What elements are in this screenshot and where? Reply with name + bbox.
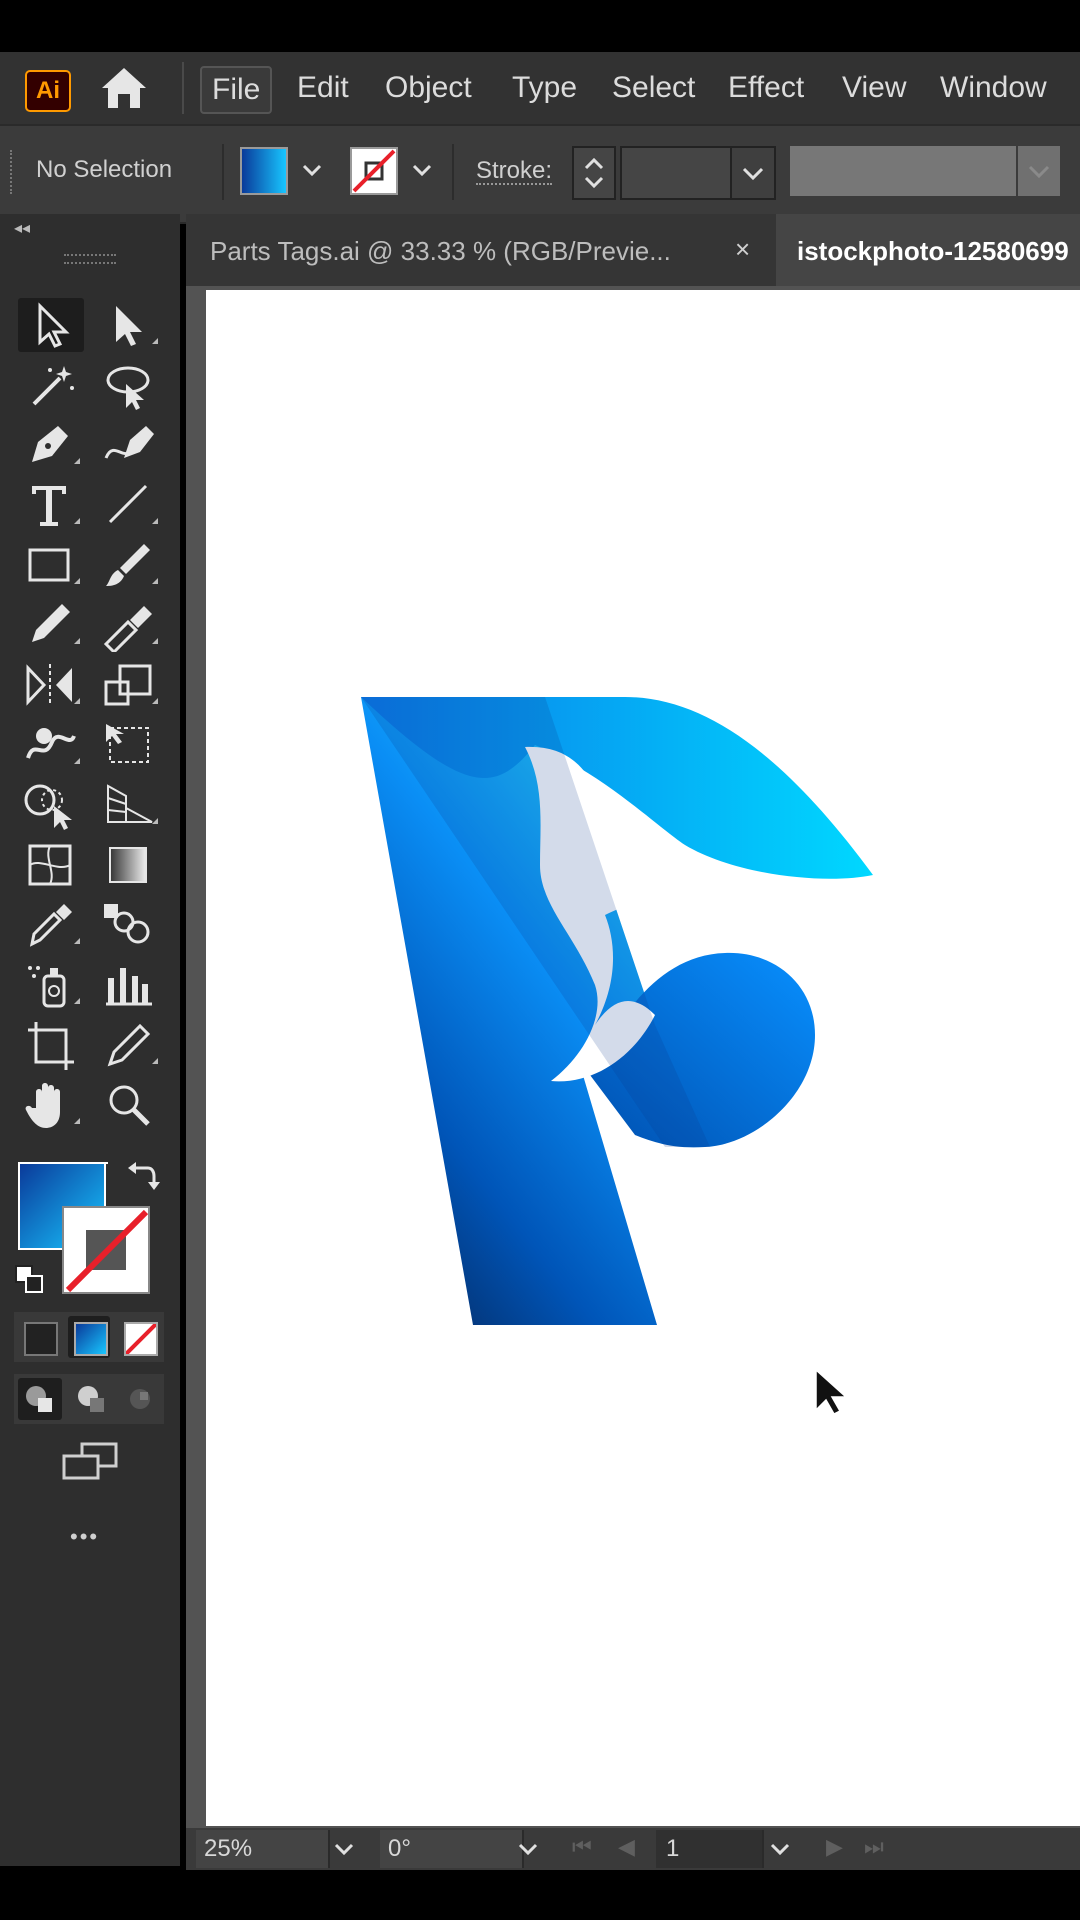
panel-grip[interactable] (64, 254, 116, 264)
stroke-label[interactable]: Stroke: (476, 159, 553, 185)
color-mode-button[interactable] (24, 1322, 58, 1356)
control-separator (222, 144, 224, 200)
zoom-level-field[interactable]: 25% (196, 1830, 330, 1868)
tab-label: Parts Tags.ai @ 33.33 % (RGB/Previe... (210, 236, 671, 266)
close-icon[interactable]: × (735, 234, 750, 265)
lasso-tool-icon[interactable] (96, 358, 162, 412)
draw-inside-icon[interactable] (118, 1378, 162, 1420)
previous-artboard-icon[interactable]: ◀ (618, 1834, 635, 1860)
fill-color-swatch[interactable] (240, 147, 288, 195)
symbol-sprayer-tool-icon[interactable] (18, 958, 84, 1012)
rotation-field[interactable]: 0° (380, 1830, 524, 1868)
reflect-tool-icon[interactable] (18, 658, 84, 712)
paintbrush-tool-icon[interactable] (96, 538, 162, 592)
first-artboard-icon[interactable]: ⏮ (572, 1834, 592, 1860)
menu-type[interactable]: Type (502, 66, 587, 110)
home-icon[interactable] (96, 62, 152, 114)
artboard-number-field[interactable]: 1 (656, 1830, 764, 1868)
pen-tool-icon[interactable] (18, 418, 84, 472)
menu-window[interactable]: Window (930, 66, 1057, 110)
magic-wand-tool-icon[interactable] (18, 358, 84, 412)
line-tool-icon[interactable] (96, 478, 162, 532)
change-screen-mode-icon[interactable] (60, 1440, 120, 1486)
direct-selection-tool-icon[interactable] (96, 298, 162, 352)
menu-view[interactable]: View (832, 66, 916, 110)
rectangle-tool-icon[interactable] (18, 538, 84, 592)
scale-tool-icon[interactable] (96, 658, 162, 712)
control-separator (452, 144, 454, 200)
collapse-panel-icon[interactable]: ◂◂ (14, 218, 30, 238)
variable-width-profile-select[interactable] (790, 146, 1016, 196)
stroke-color-swatch[interactable] (350, 147, 398, 195)
mesh-tool-icon[interactable] (18, 838, 84, 892)
draw-normal-icon[interactable] (18, 1378, 62, 1420)
p-logo-artwork[interactable] (355, 695, 875, 1325)
zoom-tool-icon[interactable] (96, 1078, 162, 1132)
eyedropper-tool-icon[interactable] (18, 898, 84, 952)
stroke-color-box[interactable] (62, 1206, 150, 1294)
slice-tool-icon[interactable] (96, 1018, 162, 1072)
profile-chevron-down-icon[interactable] (1018, 146, 1060, 196)
perspective-grid-tool-icon[interactable] (96, 778, 162, 832)
gradient-mode-button[interactable] (74, 1322, 108, 1356)
draw-behind-icon[interactable] (70, 1378, 114, 1420)
bottom-bezel (0, 1870, 1080, 1920)
shape-builder-tool-icon[interactable] (18, 778, 84, 832)
type-tool-icon[interactable] (18, 478, 84, 532)
curvature-tool-icon[interactable] (96, 418, 162, 472)
edit-toolbar-more-icon[interactable]: ••• (70, 1524, 99, 1550)
menu-edit[interactable]: Edit (287, 66, 359, 110)
eraser-knife-tool-icon[interactable] (96, 598, 162, 655)
stroke-weight-input[interactable] (620, 146, 734, 200)
menu-effect[interactable]: Effect (718, 66, 814, 110)
swap-fill-stroke-icon[interactable] (126, 1160, 160, 1194)
selection-status: No Selection (36, 156, 173, 183)
column-graph-tool-icon[interactable] (96, 958, 162, 1012)
stroke-weight-chevron-down-icon[interactable] (730, 146, 776, 200)
artboard-tool-icon[interactable] (18, 1018, 84, 1072)
free-transform-tool-icon[interactable] (96, 718, 162, 772)
zoom-chevron-down-icon[interactable] (324, 1830, 364, 1868)
stroke-weight-stepper[interactable] (572, 146, 616, 200)
pencil-tool-icon[interactable] (18, 598, 84, 652)
default-fill-stroke-icon[interactable] (14, 1264, 48, 1298)
menu-separator (182, 62, 184, 114)
artboard-chevron-down-icon[interactable] (760, 1830, 800, 1868)
menu-file[interactable]: File (200, 66, 273, 114)
menu-object[interactable]: Object (375, 66, 482, 110)
selection-tool-icon[interactable] (18, 298, 84, 352)
menu-select[interactable]: Select (602, 66, 705, 110)
control-bar-grip[interactable] (10, 150, 18, 194)
app-logo: Ai (25, 70, 71, 112)
none-mode-button[interactable] (124, 1322, 158, 1356)
tab-label: istockphoto-12580699 (797, 236, 1069, 266)
last-artboard-icon[interactable]: ⏭ (864, 1834, 884, 1860)
blend-tool-icon[interactable] (96, 898, 162, 952)
next-artboard-icon[interactable]: ▶ (826, 1834, 843, 1860)
warp-tool-icon[interactable] (18, 718, 84, 772)
gradient-tool-icon[interactable] (96, 838, 162, 892)
rotation-chevron-down-icon[interactable] (508, 1830, 548, 1868)
mouse-cursor-icon (812, 1366, 852, 1416)
hand-tool-icon[interactable] (18, 1078, 84, 1132)
fill-dropdown-chevron-down-icon[interactable] (295, 146, 329, 194)
stroke-dropdown-chevron-down-icon[interactable] (405, 146, 439, 194)
